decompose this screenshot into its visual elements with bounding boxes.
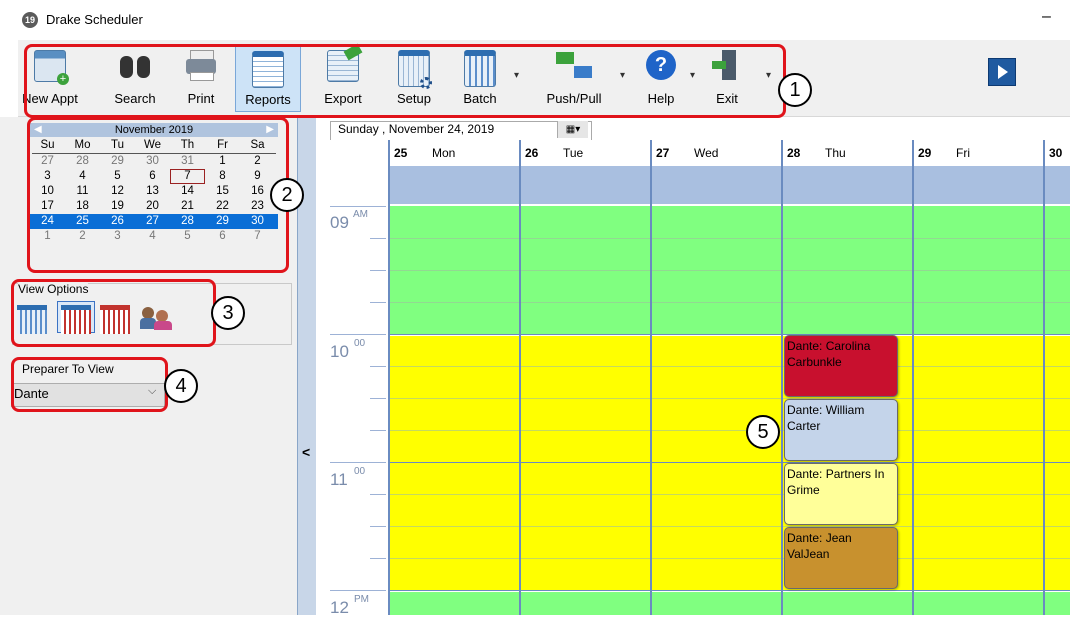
window-title: Drake Scheduler <box>46 12 143 27</box>
slot-tick <box>370 238 386 239</box>
day-name: Tue <box>563 146 584 160</box>
minimize-button[interactable]: – <box>1042 8 1051 26</box>
time-column <box>316 140 388 615</box>
calendar-dropdown-icon[interactable]: ▦▾ <box>557 121 588 138</box>
slot-gridline <box>388 430 1070 431</box>
hour-suffix: AM <box>353 209 368 220</box>
hour-tick <box>330 590 386 591</box>
day-header[interactable]: 26 Tue <box>519 140 651 166</box>
appointment[interactable]: Dante: Carolina Carbunkle <box>784 335 898 397</box>
slot-tick <box>370 270 386 271</box>
slot-gridline <box>388 526 1070 527</box>
slot-gridline <box>388 558 1070 559</box>
date-day: Sunday <box>338 122 379 136</box>
hour-label: 12 <box>330 598 349 617</box>
slot-gridline <box>388 238 1070 239</box>
hour-tick <box>330 334 386 335</box>
hour-tick <box>330 206 386 207</box>
all-day-row[interactable] <box>388 166 1070 204</box>
day-divider <box>388 140 390 615</box>
date-text: Sunday , November 24, 2019 <box>338 122 494 136</box>
annotation-box-calendar <box>27 117 289 273</box>
slot-gridline <box>388 302 1070 303</box>
day-divider <box>912 140 914 615</box>
callout-badge: 1 <box>778 73 812 107</box>
callout-badge: 3 <box>211 296 245 330</box>
annotation-box-view-options <box>11 279 216 347</box>
slot-tick <box>370 430 386 431</box>
slot-gridline <box>388 494 1070 495</box>
day-header[interactable]: 29 Fri <box>912 140 1044 166</box>
slot-tick <box>370 526 386 527</box>
date-value: , November 24, 2019 <box>382 122 495 136</box>
day-header[interactable]: 25 Mon <box>388 140 520 166</box>
day-divider <box>781 140 783 615</box>
day-name: Mon <box>432 146 456 160</box>
day-number: 29 <box>918 146 932 160</box>
annotation-box-preparer <box>11 357 168 412</box>
hour-suffix: 00 <box>354 466 366 477</box>
slot-gridline <box>388 270 1070 271</box>
play-icon[interactable] <box>988 58 1016 86</box>
slot-gridline <box>388 398 1070 399</box>
day-header[interactable]: 28 Thu <box>781 140 913 166</box>
time-slots-afternoon[interactable] <box>388 592 1070 615</box>
day-number: 28 <box>787 146 801 160</box>
hour-suffix: PM <box>354 594 369 605</box>
hour-gridline <box>388 462 1070 463</box>
title-bar: 19 Drake Scheduler – <box>0 0 1070 40</box>
day-number: 25 <box>394 146 408 160</box>
day-header[interactable]: 27 Wed <box>650 140 782 166</box>
day-header[interactable]: 30 <box>1043 140 1070 166</box>
day-number: 27 <box>656 146 670 160</box>
hour-suffix: 00 <box>354 338 366 349</box>
annotation-box-toolbar <box>24 44 786 118</box>
day-number: 30 <box>1049 146 1063 160</box>
hour-gridline <box>388 590 1070 591</box>
hour-label: 10 <box>330 342 349 361</box>
day-divider <box>1043 140 1045 615</box>
hour-label: 09 <box>330 213 349 232</box>
app-icon: 19 <box>22 12 38 28</box>
collapse-panel-button[interactable]: < <box>302 444 310 460</box>
slot-tick <box>370 302 386 303</box>
appointment[interactable]: Dante: William Carter <box>784 399 898 461</box>
hour-gridline <box>388 334 1070 335</box>
day-divider <box>650 140 652 615</box>
callout-badge: 5 <box>746 415 780 449</box>
day-name: Wed <box>694 146 719 160</box>
day-divider <box>519 140 521 615</box>
slot-tick <box>370 398 386 399</box>
appointment[interactable]: Dante: Partners In Grime <box>784 463 898 525</box>
slot-tick <box>370 494 386 495</box>
hour-label: 11 <box>330 470 348 489</box>
slot-gridline <box>388 366 1070 367</box>
day-name: Fri <box>956 146 970 160</box>
slot-tick <box>370 366 386 367</box>
appointment[interactable]: Dante: Jean ValJean <box>784 527 898 589</box>
day-number: 26 <box>525 146 539 160</box>
callout-badge: 2 <box>270 178 304 212</box>
slot-tick <box>370 558 386 559</box>
callout-badge: 4 <box>164 369 198 403</box>
hour-tick <box>330 462 386 463</box>
time-slots-midday[interactable] <box>388 336 1070 590</box>
day-name: Thu <box>825 146 846 160</box>
